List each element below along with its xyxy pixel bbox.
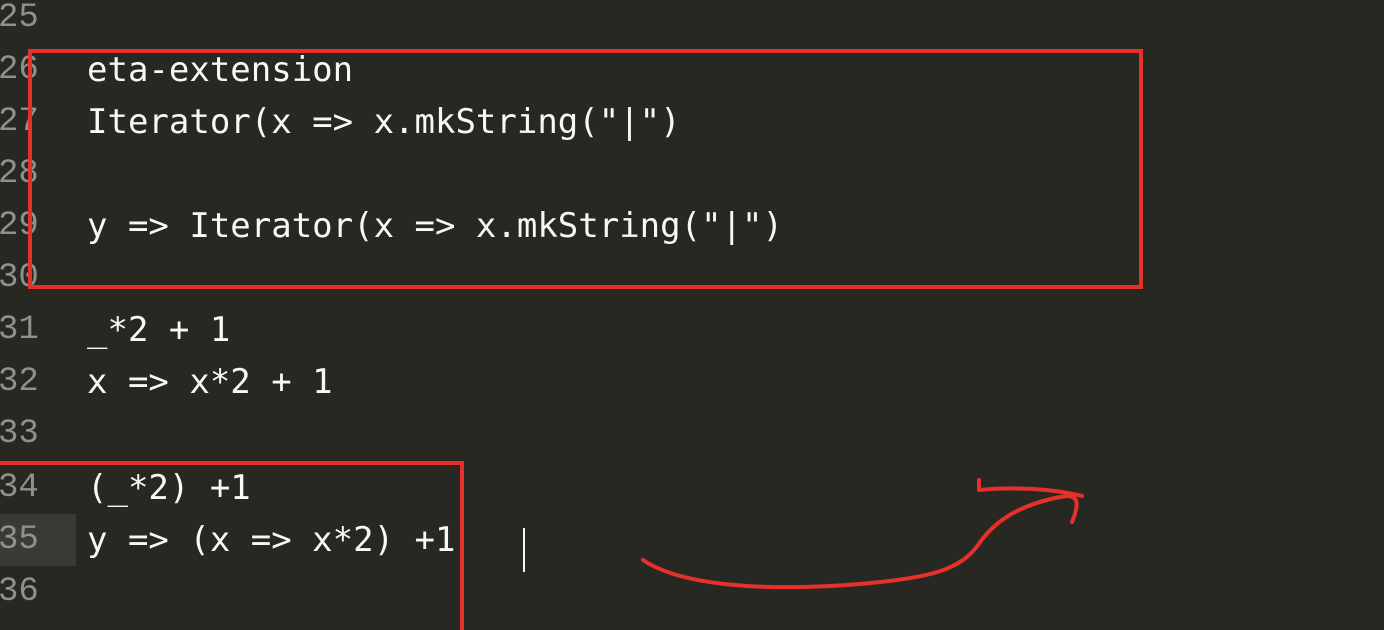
line-number: 31 <box>0 311 39 349</box>
line-number: 33 <box>0 415 39 453</box>
line-text[interactable]: _*2 + 1 <box>87 304 230 356</box>
code-editor[interactable]: 25 26 eta-extension 27 Iterator(x => x.m… <box>0 0 1384 630</box>
line-text[interactable]: x => x*2 + 1 <box>87 356 333 408</box>
line-number: 25 <box>0 0 39 37</box>
code-line[interactable]: 31 _*2 + 1 <box>0 304 1384 356</box>
code-line[interactable]: 32 x => x*2 + 1 <box>0 356 1384 408</box>
line-number: 32 <box>0 363 39 401</box>
code-line[interactable]: 25 <box>0 0 1384 44</box>
text-cursor <box>523 528 525 572</box>
code-line[interactable]: 33 <box>0 408 1384 460</box>
annotation-box-placeholder <box>0 461 464 630</box>
annotation-box-eta-extension <box>28 49 1143 289</box>
